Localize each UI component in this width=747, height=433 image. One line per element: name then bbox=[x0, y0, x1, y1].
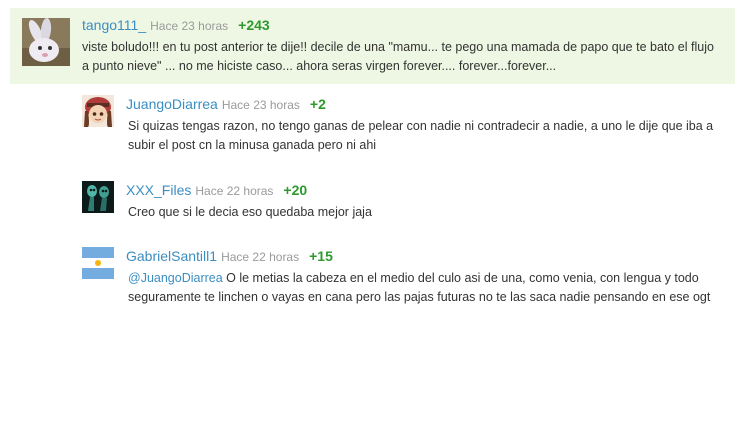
comment-text: Si quizas tengas razon, no tengo ganas d… bbox=[128, 119, 714, 152]
score-badge: +20 bbox=[283, 182, 308, 198]
score-badge: +2 bbox=[309, 96, 326, 112]
alien-avatar-icon[interactable] bbox=[82, 181, 114, 213]
timestamp: Hace 22 horas bbox=[195, 184, 274, 198]
mention-link[interactable]: @JuangoDiarrea bbox=[128, 271, 223, 285]
timestamp: Hace 22 horas bbox=[221, 250, 300, 264]
score-badge: +15 bbox=[309, 248, 333, 264]
comment-reply: XXX_Files Hace 22 horas +20 Creo que si le… bbox=[82, 180, 722, 230]
comment-reply: GabrielSantill1 Hace 22 horas +15 @JuangoD… bbox=[82, 246, 722, 336]
comment-text: viste boludo!!! en tu post anterior te d… bbox=[82, 40, 714, 73]
comment-meta: XXX_Files Hace 22 horas +20 bbox=[126, 182, 307, 198]
comment-highlighted: tango111_ Hace 23 horas +243 viste boludo!… bbox=[10, 8, 735, 84]
score-badge: +243 bbox=[238, 17, 270, 33]
timestamp: Hace 23 horas bbox=[221, 98, 300, 112]
username-link[interactable]: JuangoDiarrea bbox=[126, 96, 218, 112]
comment-text: @JuangoDiarrea O le metias la cabeza en … bbox=[128, 269, 713, 307]
username-link[interactable]: tango111_ bbox=[82, 17, 146, 33]
comment-text: Creo que si le decia eso quedaba mejor j… bbox=[128, 205, 372, 219]
username-link[interactable]: GabrielSantill1 bbox=[126, 248, 217, 264]
comment-reply: JuangoDiarrea Hace 23 horas +2 Si quizas t… bbox=[82, 94, 722, 164]
comment-meta: JuangoDiarrea Hace 23 horas +2 bbox=[126, 96, 326, 112]
argentina-flag-avatar-icon[interactable] bbox=[82, 247, 114, 279]
girl-avatar-icon[interactable] bbox=[82, 95, 114, 127]
timestamp: Hace 23 horas bbox=[150, 19, 229, 33]
comment-meta: GabrielSantill1 Hace 22 horas +15 bbox=[126, 248, 333, 264]
username-link[interactable]: XXX_Files bbox=[126, 182, 191, 198]
comment-meta: tango111_ Hace 23 horas +243 bbox=[82, 17, 270, 33]
rabbit-avatar-icon[interactable] bbox=[22, 18, 70, 66]
